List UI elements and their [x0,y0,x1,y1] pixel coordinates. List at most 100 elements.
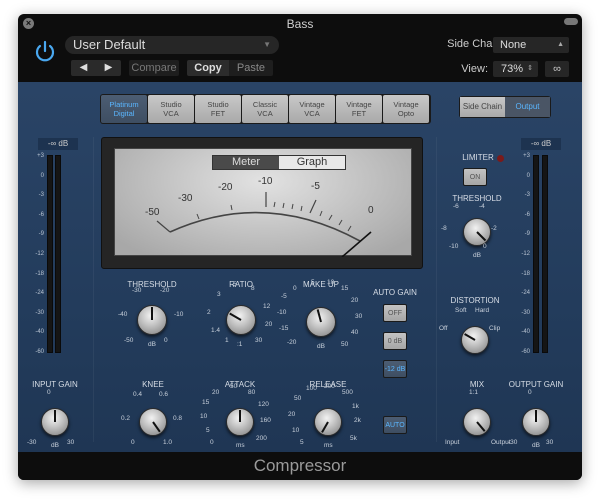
limiter-threshold-tick-label: -4 [479,203,485,210]
knob-pointer [229,312,242,321]
model-selector: Platinum Digital Studio VCA Studio FET Classic… [100,94,431,124]
side-chain-meter-button[interactable]: Side Chain [460,97,505,117]
output-meter-button[interactable]: Output [505,97,550,117]
makeup-tick-label: 10 [327,279,335,286]
input-meter-right [55,155,61,353]
ratio-tick-label: 20 [265,321,273,328]
vu-scale [156,192,372,257]
copy-button[interactable]: Copy [187,60,229,76]
limiter-label: LIMITER [462,153,494,162]
model-button-classic-vca[interactable]: Classic VCA [242,95,288,123]
auto-gain-label: AUTO GAIN [373,288,417,297]
ratio-knob[interactable] [226,305,256,335]
gain-reduction-meter: Meter Graph -50 -30 -20 -10 -5 0 [101,137,423,269]
model-button-vintage-fet[interactable]: Vintage FET [336,95,382,123]
paste-button[interactable]: Paste [229,60,273,76]
output-gain-tick-label: 0 [528,389,532,396]
model-button-vintage-opto[interactable]: Vintage Opto [383,95,429,123]
model-button-platinum-digital[interactable]: Platinum Digital [101,95,147,123]
model-label: Vintage [299,100,325,109]
compressor-panel: Platinum Digital Studio VCA Studio FET Classic… [18,82,582,452]
threshold-knob[interactable] [137,305,167,335]
makeup-tick-label: 40 [351,329,359,336]
vu-tick [230,204,233,211]
output-meter-scale-label: -24 [521,290,530,297]
vu-scale-label: 0 [368,205,374,216]
output-meter-scale-label: -6 [524,211,530,218]
auto-gain-minus12db-button[interactable]: -12 dB [383,360,407,378]
makeup-tick-label: 15 [341,285,349,292]
output-gain-knob[interactable] [522,408,550,436]
side-chain-select[interactable]: None ▲ [493,37,569,53]
input-meter-scale-label: -60 [35,349,44,355]
limiter-threshold-tick-label: -8 [441,225,447,232]
previous-preset-button[interactable]: ◀ [71,60,96,76]
distortion-tick-label: Clip [489,325,501,332]
release-tick-label: 1k [352,403,359,410]
limiter-threshold-label: THRESHOLD [452,194,502,203]
limiter-threshold-knob[interactable] [463,218,491,246]
output-gain-unit-label: dB [532,442,540,449]
side-chain-value: None [500,39,527,51]
model-button-studio-fet[interactable]: Studio FET [195,95,241,123]
input-gain-label: INPUT GAIN [32,380,78,389]
divider [93,137,94,442]
vu-tick [347,225,352,232]
limiter-threshold-tick-label: -2 [491,225,497,232]
link-icon[interactable]: ∞ [545,61,569,77]
vu-tick [300,205,303,212]
output-meter-scale-label: -9 [524,231,530,238]
knob-pointer [239,410,241,422]
attack-tick-label: 200 [256,435,267,442]
attack-tick-label: 15 [202,399,210,406]
knee-tick-label: 0.4 [133,391,143,398]
release-auto-button[interactable]: AUTO [383,416,407,434]
knob-pointer [321,421,329,433]
model-label: Opto [397,109,415,118]
ratio-tick-label: 8 [251,285,255,292]
release-tick-label: 5 [300,439,304,446]
next-preset-button[interactable]: ▶ [96,60,121,76]
makeup-tick-label: 50 [341,341,349,348]
model-label: VCA [257,109,273,118]
power-icon[interactable] [32,39,58,65]
limiter-threshold-unit-label: dB [473,252,481,259]
window-pill-button[interactable] [564,18,578,25]
compare-button[interactable]: Compare [129,60,179,76]
knob-pointer [476,231,487,242]
preset-menu[interactable]: User Default ▼ [65,36,279,54]
auto-gain-off-button[interactable]: OFF [383,304,407,322]
input-gain-unit-label: dB [51,442,59,449]
distortion-knob[interactable] [461,326,489,354]
attack-tick-label: 10 [200,413,208,420]
vu-scale-label: -30 [178,193,193,204]
output-meter-scale-label: -60 [521,349,530,355]
vu-tick [156,220,171,233]
knob-pointer [316,309,322,323]
mix-knob[interactable] [463,408,491,436]
input-gain-knob[interactable] [41,408,69,436]
makeup-knob[interactable] [306,307,336,337]
vu-needle [341,231,372,257]
makeup-tick-label: 30 [355,313,363,320]
knee-knob[interactable] [139,408,167,436]
knee-tick-label: 0.6 [159,391,169,398]
chevron-down-icon: ▼ [263,40,271,49]
model-label: Vintage [393,100,419,109]
limiter-on-button[interactable]: ON [463,168,487,186]
attack-tick-label: 0 [210,439,214,446]
view-zoom-select[interactable]: 73% ⇕ [493,61,538,77]
threshold-tick-label: -50 [124,337,134,344]
input-gain-tick-label: 0 [47,389,51,396]
release-knob[interactable] [314,408,342,436]
model-label: VCA [304,109,320,118]
makeup-tick-label: -5 [281,293,287,300]
model-label: Digital [113,109,135,118]
release-tick-label: 20 [288,411,296,418]
attack-knob[interactable] [226,408,254,436]
auto-gain-0db-button[interactable]: 0 dB [383,332,407,350]
model-button-studio-vca[interactable]: Studio VCA [148,95,194,123]
side-chain-label: Side Chain: [447,38,504,50]
model-button-vintage-vca[interactable]: Vintage VCA [289,95,335,123]
preset-name: User Default [73,37,146,52]
